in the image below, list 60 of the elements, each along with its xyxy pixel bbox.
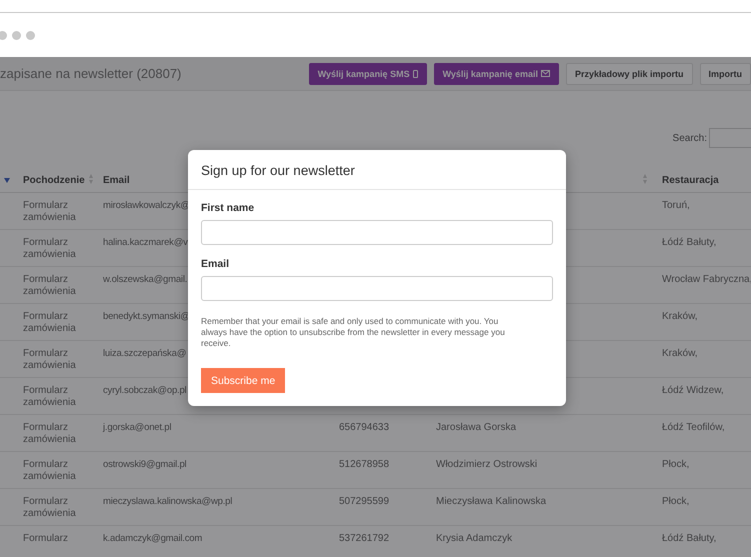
search-field[interactable]: [709, 128, 751, 148]
table-cell: Toruń,: [662, 200, 690, 211]
table-cell: 507295599: [339, 496, 390, 507]
input-field[interactable]: [201, 276, 553, 301]
input-field[interactable]: [201, 220, 553, 245]
field-label: First name: [201, 202, 256, 214]
header-button[interactable]: Przykładowy plik importu: [566, 62, 692, 84]
table-cell: k.adamczyk@gmail.com: [103, 533, 202, 544]
phone-icon: [412, 70, 418, 78]
table-cell: cyryl.sobczak@op.pl: [103, 385, 186, 396]
table-cell: benedykt.symanski@: [103, 311, 190, 322]
subscribe-button[interactable]: Subscribe me: [201, 368, 286, 393]
column-header[interactable]: Restauracja: [662, 174, 719, 186]
header-button[interactable]: Wyślij kampanię SMS: [308, 62, 427, 84]
window-control-dot[interactable]: [0, 30, 7, 40]
table-cell: Formularz zamówienia: [23, 385, 76, 408]
table-cell: Formularz zamówienia: [23, 237, 76, 260]
table-cell: luiza.szczepańska@: [103, 348, 186, 359]
field-label: Email: [201, 258, 230, 270]
window-control-dot[interactable]: [26, 30, 35, 40]
table-cell: Formularz zamówienia: [23, 200, 76, 223]
table-cell: Formularz zamówienia: [23, 496, 76, 519]
table-cell: Mieczysława Kalinowska: [436, 496, 546, 507]
table-cell: w.olszewska@gmail.: [103, 274, 188, 285]
search-label: Search:: [672, 132, 707, 144]
table-cell: Formularz zamówienia: [23, 274, 76, 297]
table-cell: Kraków,: [662, 348, 698, 359]
table-cell: Formularz zamówienia: [23, 459, 76, 482]
table-cell: 537261792: [339, 533, 390, 544]
table-cell: Łódź Teofilów,: [662, 422, 725, 433]
table-cell: Kraków,: [662, 311, 698, 322]
table-cell: Formularz zamówienia: [23, 311, 76, 334]
sort-icon[interactable]: [4, 178, 10, 182]
table-cell: Łódź Widzew,: [662, 385, 724, 396]
table-cell: mirosławkowalczyk@: [103, 200, 190, 211]
window-control-dot[interactable]: [12, 30, 21, 40]
table-cell: 656794633: [339, 422, 390, 433]
table-cell: mieczyslawa.kalinowska@wp.pl: [103, 496, 232, 507]
dialog-title: Sign up for our newsletter: [188, 150, 566, 190]
page-title: zapisane na newsletter (20807): [0, 66, 182, 81]
table-cell: Formularz: [23, 533, 68, 544]
table-cell: Płock,: [662, 459, 690, 470]
table-cell: Formularz zamówienia: [23, 422, 76, 445]
table-cell: Łódź Bałuty,: [662, 533, 716, 544]
table-cell: Łódź Bałuty,: [662, 237, 716, 248]
table-cell: Formularz zamówienia: [23, 348, 76, 371]
table-cell: 512678958: [339, 459, 390, 470]
table-cell: halina.kaczmarek@v: [103, 237, 188, 248]
column-header[interactable]: Email: [103, 174, 130, 186]
header-button[interactable]: Importu: [700, 62, 751, 84]
table-cell: Jarosława Gorska: [436, 422, 516, 433]
column-header[interactable]: Pochodzenie: [23, 174, 85, 186]
table-cell: ostrowski9@gmail.pl: [103, 459, 186, 470]
table-cell: Włodzimierz Ostrowski: [436, 459, 538, 470]
privacy-note: Remember that your email is safe and only used to communicate with you. You always have the option to unsubscribe from the newsletter in every message you receive.: [201, 316, 506, 349]
header-button[interactable]: Wyślij kampanię email: [434, 62, 559, 84]
table-cell: Krysia Adamczyk: [436, 533, 512, 544]
envelope-icon: [540, 70, 550, 77]
table-cell: Płock,: [662, 496, 690, 507]
table-cell: j.gorska@onet.pl: [103, 422, 172, 433]
